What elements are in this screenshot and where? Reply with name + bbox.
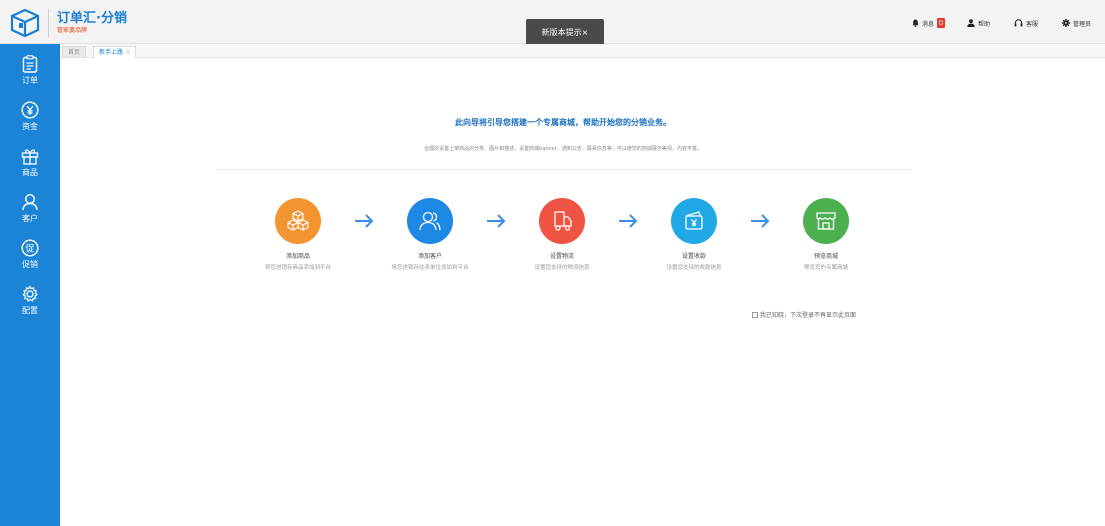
step-add-customers-title: 添加客户 bbox=[417, 253, 442, 260]
gift-icon bbox=[21, 148, 39, 165]
dont-show-again-label: 我已知晓，下次登录不再显示此页面 bbox=[760, 312, 857, 319]
svg-text:促: 促 bbox=[25, 242, 34, 254]
new-version-tip-button[interactable]: 新版本提示× bbox=[526, 19, 604, 46]
help-button[interactable]: 帮助 bbox=[967, 19, 990, 28]
bell-icon bbox=[912, 19, 919, 27]
step-set-logistics-desc: 设置您支持的物流信息 bbox=[534, 265, 590, 271]
order-icon bbox=[22, 54, 38, 73]
store-icon bbox=[816, 212, 836, 230]
arrow-right-icon bbox=[355, 214, 374, 228]
tab-getting-started-label: 新手上路 bbox=[99, 49, 124, 56]
step-preview-store[interactable]: 预览商城 预览您的专属商城 bbox=[771, 198, 881, 271]
sidebar-item-promotions[interactable]: 促 促销 bbox=[0, 232, 60, 276]
truck-icon bbox=[554, 211, 572, 231]
messages-button[interactable]: 消息 0 bbox=[912, 18, 945, 28]
sidebar-label-settings: 配置 bbox=[22, 305, 38, 315]
tab-getting-started[interactable]: 新手上路 X bbox=[93, 46, 137, 58]
sidebar-item-orders[interactable]: 订单 bbox=[0, 48, 60, 92]
app-logo[interactable]: 订单汇·分销 管家婆品牌 bbox=[10, 8, 127, 38]
messages-label: 消息 bbox=[921, 20, 934, 28]
dont-show-again-checkbox[interactable] bbox=[752, 311, 758, 318]
guide-title: 此向导将引导您搭建一个专属商城，帮助开始您的分销业务。 bbox=[455, 118, 671, 127]
sidebar-label-products: 商品 bbox=[22, 167, 38, 177]
app-subtitle: 管家婆品牌 bbox=[57, 27, 88, 34]
settings-icon bbox=[22, 284, 38, 302]
step-preview-store-title: 预览商城 bbox=[813, 253, 838, 260]
tab-close-icon[interactable]: X bbox=[126, 49, 130, 56]
arrow-right-icon bbox=[619, 214, 638, 228]
step-set-logistics-circle[interactable] bbox=[539, 198, 585, 244]
yuan-icon bbox=[21, 100, 39, 119]
admin-label: 管理员 bbox=[1072, 20, 1091, 28]
tab-home-label: 首页 bbox=[68, 49, 81, 56]
sidebar-label-funds: 资金 bbox=[22, 121, 38, 131]
person-icon bbox=[967, 19, 975, 27]
step-add-products-title: 添加商品 bbox=[285, 253, 310, 260]
tab-bar: 首页 新手上路 X bbox=[60, 44, 1105, 58]
service-label: 客服 bbox=[1025, 20, 1038, 28]
users-icon bbox=[419, 211, 441, 231]
top-header: 订单汇·分销 管家婆品牌 新版本提示× 消息 0 帮助 客服 管理员 bbox=[0, 0, 1105, 46]
wallet-icon bbox=[685, 211, 703, 230]
messages-count-badge: 0 bbox=[936, 18, 945, 28]
help-label: 帮助 bbox=[977, 20, 990, 28]
step-add-products[interactable]: 添加商品 将您进销存商品添加到平台 bbox=[243, 198, 353, 271]
promo-icon: 促 bbox=[21, 238, 39, 257]
header-actions: 消息 0 帮助 客服 管理员 bbox=[912, 18, 1091, 28]
sidebar-label-promotions: 促销 bbox=[22, 259, 38, 269]
logo-cube-icon bbox=[10, 8, 40, 38]
step-add-customers-desc: 将您进销存往来单位添加到平台 bbox=[391, 265, 469, 271]
step-add-products-desc: 将您进销存商品添加到平台 bbox=[264, 265, 331, 271]
gear-icon bbox=[1061, 19, 1070, 27]
guide-description: 合理的设置上架商品的分类、图片和描述，设置商城banner、通知公告、联系信息等… bbox=[424, 146, 702, 152]
step-add-customers-circle[interactable] bbox=[407, 198, 453, 244]
sidebar-item-funds[interactable]: 资金 bbox=[0, 94, 60, 138]
app-title: 订单汇·分销 bbox=[57, 11, 127, 26]
arrow-right-icon bbox=[487, 214, 506, 228]
step-set-payment-title: 设置收款 bbox=[681, 253, 706, 260]
step-set-payment-circle[interactable] bbox=[671, 198, 717, 244]
sidebar-item-products[interactable]: 商品 bbox=[0, 140, 60, 184]
admin-button[interactable]: 管理员 bbox=[1061, 19, 1091, 28]
sidebar: 订单 资金 商品 客户 促 促销 配置 bbox=[0, 44, 60, 526]
step-preview-store-desc: 预览您的专属商城 bbox=[803, 265, 848, 271]
headset-icon bbox=[1014, 19, 1023, 27]
logo-divider bbox=[48, 9, 49, 37]
sidebar-label-customers: 客户 bbox=[22, 213, 38, 223]
content-divider bbox=[218, 169, 910, 170]
arrow-right-icon bbox=[751, 214, 770, 228]
customer-icon bbox=[22, 193, 38, 210]
step-set-logistics[interactable]: 设置物流 设置您支持的物流信息 bbox=[507, 198, 617, 271]
sidebar-label-orders: 订单 bbox=[22, 75, 38, 85]
step-set-payment[interactable]: 设置收款 设置您支持的收款信息 bbox=[639, 198, 749, 271]
step-preview-store-circle[interactable] bbox=[803, 198, 849, 244]
step-add-customers[interactable]: 添加客户 将您进销存往来单位添加到平台 bbox=[375, 198, 485, 271]
step-add-products-circle[interactable] bbox=[275, 198, 321, 244]
dont-show-again[interactable]: 我已知晓，下次登录不再显示此页面 bbox=[752, 310, 856, 319]
customer-service-button[interactable]: 客服 bbox=[1014, 19, 1038, 28]
sidebar-item-settings[interactable]: 配置 bbox=[0, 278, 60, 322]
cubes-icon bbox=[287, 210, 309, 231]
step-set-payment-desc: 设置您支持的收款信息 bbox=[666, 265, 722, 271]
tab-home[interactable]: 首页 bbox=[62, 46, 87, 58]
step-set-logistics-title: 设置物流 bbox=[549, 253, 574, 260]
logo-text: 订单汇·分销 管家婆品牌 bbox=[57, 12, 127, 34]
sidebar-item-customers[interactable]: 客户 bbox=[0, 186, 60, 230]
